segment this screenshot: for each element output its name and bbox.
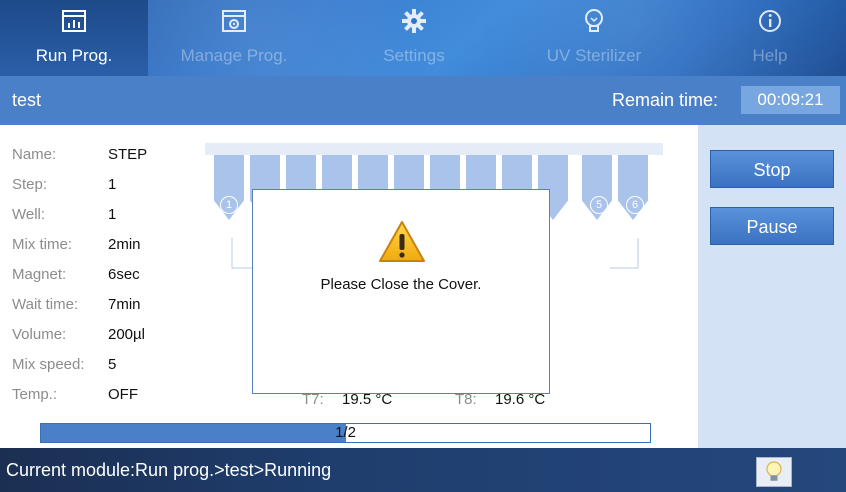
remain-time-label: Remain time: (612, 90, 719, 110)
pause-button[interactable]: Pause (710, 207, 834, 245)
param-label: Temp.: (12, 386, 58, 403)
param-label: Step: (12, 176, 48, 193)
param-value: 2min (108, 236, 141, 253)
current-module-text: Current module:Run prog.>test>Running (6, 460, 332, 480)
tab-settings[interactable]: Settings (340, 0, 488, 76)
tab-label: Run Prog. (35, 46, 113, 65)
tab-label: Help (752, 46, 788, 65)
param-mix-speed: Mix speed: 5 (12, 356, 116, 373)
param-temp: Temp.: OFF (12, 386, 138, 403)
bulb-icon (585, 9, 603, 32)
warning-icon (379, 221, 425, 262)
program-name: test (12, 90, 42, 110)
top-nav: Run Prog. Manage Prog. Settings UV Steri… (0, 0, 846, 76)
param-wait-time: Wait time: 7min (12, 296, 141, 313)
param-label: Name: (12, 146, 57, 163)
remain-time-value: 00:09:21 (741, 86, 840, 114)
tab-uv-sterilizer[interactable]: UV Sterilizer (520, 0, 668, 76)
param-value: STEP (108, 146, 148, 163)
tab-label: UV Sterilizer (546, 46, 642, 65)
param-value: 200µl (108, 326, 146, 343)
gear-icon (402, 9, 426, 33)
run-progress-bar: 1/2 (40, 423, 651, 443)
tab-manage-prog[interactable]: Manage Prog. (160, 0, 308, 76)
param-value: 5 (108, 356, 117, 373)
close-cover-dialog: Please Close the Cover. (252, 189, 550, 394)
param-value: 1 (108, 206, 117, 223)
param-value: OFF (108, 386, 138, 403)
param-label: Well: (12, 206, 46, 223)
param-label: Mix speed: (12, 356, 85, 373)
param-label: Mix time: (12, 236, 72, 253)
lightbulb-icon (766, 461, 782, 481)
param-mix-time: Mix time: 2min (12, 236, 141, 253)
tab-label: Settings (383, 46, 445, 65)
well-number: 1 (220, 196, 238, 214)
progress-text: 1/2 (335, 424, 356, 441)
info-icon (759, 10, 781, 32)
chart-icon (62, 10, 86, 32)
param-label: Magnet: (12, 266, 67, 283)
stop-button[interactable]: Stop (710, 150, 834, 188)
param-value: 6sec (108, 266, 140, 283)
param-label: Wait time: (12, 296, 79, 313)
status-bar: Current module:Run prog.>test>Running (0, 448, 846, 492)
plate-strip (205, 143, 663, 155)
action-panel: Stop Pause (698, 125, 846, 448)
light-toggle-button[interactable] (756, 457, 792, 487)
well-number: 6 (626, 196, 644, 214)
param-well: Well: 1 (12, 206, 116, 223)
param-step: Step: 1 (12, 176, 116, 193)
tab-label: Manage Prog. (180, 46, 288, 65)
tab-help[interactable]: Help (696, 0, 844, 76)
param-value: 7min (108, 296, 141, 313)
tab-run-prog[interactable]: Run Prog. (0, 0, 148, 76)
param-label: Volume: (12, 326, 67, 343)
param-magnet: Magnet: 6sec (12, 266, 140, 283)
param-value: 1 (108, 176, 117, 193)
well-number: 5 (590, 196, 608, 214)
folder-gear-icon (222, 10, 246, 32)
title-bar: test Remain time: 00:09:21 (0, 76, 846, 125)
param-name: Name: STEP (12, 146, 147, 163)
param-volume: Volume: 200µl (12, 326, 145, 343)
dialog-message: Please Close the Cover. (320, 276, 482, 293)
